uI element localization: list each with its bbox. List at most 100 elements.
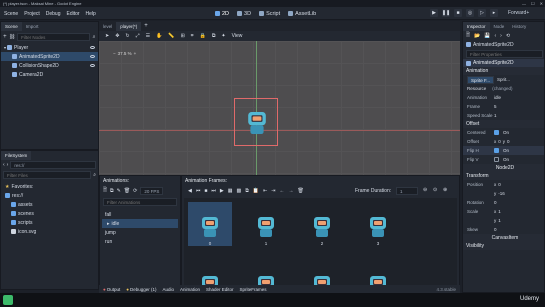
delete-icon[interactable]: 🗑 xyxy=(124,188,130,194)
forward-icon[interactable]: › xyxy=(7,162,9,168)
filter-animations-input[interactable] xyxy=(103,198,177,206)
zoom-out-icon[interactable]: − xyxy=(113,51,116,56)
zoom-indicator[interactable]: − 37.5 % + xyxy=(113,51,136,56)
prop-speed-scale[interactable]: Speed Scale 1 xyxy=(463,111,544,120)
fps-field[interactable]: 20 FPS xyxy=(140,187,164,195)
tab-scene[interactable]: Scene xyxy=(1,22,22,31)
speed-value[interactable]: 1 xyxy=(494,113,497,118)
menu-debug[interactable]: Debug xyxy=(46,11,61,17)
scene-node-camera2d[interactable]: Camera2D xyxy=(1,70,98,79)
scene-node-animatedsprite2d[interactable]: AnimatedSprite2D xyxy=(1,52,98,61)
forward-icon[interactable]: › xyxy=(500,33,502,39)
sheet-icon[interactable]: ▩ xyxy=(237,188,242,194)
save-icon[interactable]: 💾 xyxy=(484,33,490,39)
frame-thumbnail[interactable]: 3 xyxy=(356,202,400,246)
prop-centered[interactable]: Centered On xyxy=(463,128,544,137)
animation-idle[interactable]: ▸ idle xyxy=(102,219,178,228)
grid-icon[interactable]: ⌗ xyxy=(191,33,194,39)
bottom-tab-audio[interactable]: Audio xyxy=(162,287,174,292)
minimize-button[interactable]: — xyxy=(522,0,526,7)
rotation-value[interactable]: 0 xyxy=(494,200,497,205)
tab-inspector[interactable]: Inspector xyxy=(463,22,490,31)
play-backwards-from-end-icon[interactable]: ⏮ xyxy=(196,188,201,194)
maximize-button[interactable]: ☐ xyxy=(531,0,535,7)
new-animation-icon[interactable]: 🗎 xyxy=(103,187,107,195)
fs-item-res[interactable]: res:// xyxy=(1,191,98,200)
link-icon[interactable]: ⛓ xyxy=(9,33,15,41)
workspace-script[interactable]: Script xyxy=(259,11,280,17)
offset-x[interactable]: 0 xyxy=(498,139,501,144)
delete-frame-icon[interactable]: 🗑 xyxy=(297,188,303,194)
animation-value[interactable]: idle xyxy=(494,95,501,100)
prop-sprite-frames[interactable]: Sprite F... Sprit... xyxy=(463,75,544,84)
scene-node-player[interactable]: ▾ Player xyxy=(1,43,98,52)
play-custom-icon[interactable]: ▸ xyxy=(490,9,498,17)
rename-icon[interactable]: ✎ xyxy=(117,188,121,194)
visibility-icon[interactable] xyxy=(90,64,95,67)
stop-icon[interactable]: ■ xyxy=(454,9,462,17)
animation-run[interactable]: run xyxy=(100,237,180,246)
search-icon[interactable]: ⌕ xyxy=(92,33,96,41)
sprite-frames-field2[interactable]: Sprit... xyxy=(497,77,510,82)
section-animation[interactable]: Animation xyxy=(463,67,544,75)
menu-help[interactable]: Help xyxy=(86,11,96,17)
section-offset[interactable]: Offset xyxy=(463,120,544,128)
workspace-assetlib[interactable]: AssetLib xyxy=(288,11,316,17)
play-scene-icon[interactable]: ▷ xyxy=(478,9,486,17)
fs-item-scripts[interactable]: scripts xyxy=(1,218,98,227)
add-frames-icon[interactable]: ▦ xyxy=(228,188,233,194)
zoom-reset-icon[interactable]: ⊙ xyxy=(433,187,437,193)
stop-icon[interactable]: ■ xyxy=(204,188,207,194)
flip-v-checkbox[interactable] xyxy=(494,157,499,162)
rotate-tool-icon[interactable]: ↻ xyxy=(125,33,129,39)
move-right-icon[interactable]: → xyxy=(288,188,293,194)
visibility-icon[interactable] xyxy=(90,46,95,49)
back-icon[interactable]: ‹ xyxy=(495,33,497,39)
move-tool-icon[interactable]: ✥ xyxy=(115,33,119,39)
bottom-tab-debugger[interactable]: ● Debugger (1) xyxy=(126,287,156,292)
centered-checkbox[interactable] xyxy=(494,130,499,135)
zoom-out-icon[interactable]: ⊖ xyxy=(423,187,427,193)
prop-position-y[interactable]: y -16 xyxy=(463,189,544,198)
tab-player[interactable]: player(*) xyxy=(116,21,142,31)
fs-item-assets[interactable]: assets xyxy=(1,200,98,209)
play-icon[interactable]: ▶ xyxy=(220,188,224,194)
new-resource-icon[interactable]: 🗎 xyxy=(466,32,470,40)
offset-y[interactable]: 0 xyxy=(507,139,510,144)
remote-debug-icon[interactable]: ◎ xyxy=(466,9,474,17)
section-visibility[interactable]: Visibility xyxy=(463,242,544,250)
open-icon[interactable]: 📂 xyxy=(474,33,480,39)
frame-thumbnail[interactable]: 1 xyxy=(244,202,288,246)
fs-item-icon-svg[interactable]: icon.svg xyxy=(1,227,98,236)
prop-position[interactable]: Position x 0 xyxy=(463,180,544,189)
tab-import[interactable]: Import xyxy=(22,22,43,31)
snap-icon[interactable]: ⊞ xyxy=(181,33,185,39)
animation-jump[interactable]: jump xyxy=(100,228,180,237)
zoom-in-icon[interactable]: ⊕ xyxy=(443,187,447,193)
play-from-start-icon[interactable]: ⏭ xyxy=(211,188,216,194)
skew-value[interactable]: 0 xyxy=(494,227,497,232)
prop-animation[interactable]: Animation idle xyxy=(463,93,544,102)
list-tool-icon[interactable]: ☰ xyxy=(146,33,150,39)
inspected-node[interactable]: AnimatedSprite2D xyxy=(463,40,544,49)
zoom-in-icon[interactable]: + xyxy=(134,51,137,56)
menu-project[interactable]: Project xyxy=(24,11,40,17)
workspace-2d[interactable]: 2D xyxy=(215,11,229,17)
move-left-icon[interactable]: ← xyxy=(279,188,284,194)
animation-fall[interactable]: fall xyxy=(100,210,180,219)
tab-filesystem[interactable]: FileSystem xyxy=(1,151,32,160)
pause-icon[interactable]: ❚❚ xyxy=(442,9,450,17)
loop-icon[interactable]: ⟳ xyxy=(133,188,137,194)
menu-editor[interactable]: Editor xyxy=(66,11,79,17)
group-icon[interactable]: ⧉ xyxy=(212,33,216,39)
view-menu[interactable]: View xyxy=(232,33,243,39)
history-icon[interactable]: ⟲ xyxy=(506,33,510,39)
workspace-3d[interactable]: 3D xyxy=(237,11,251,17)
scene-node-collisionshape2d[interactable]: CollisionShape2D xyxy=(1,61,98,70)
path-field[interactable]: res:// xyxy=(10,161,96,169)
filter-nodes-input[interactable] xyxy=(17,33,91,41)
frame-thumbnail[interactable]: 2 xyxy=(300,202,344,246)
menu-scene[interactable]: Scene xyxy=(4,11,18,17)
tab-history[interactable]: History xyxy=(508,22,530,31)
prop-resource[interactable]: Resource (changed) xyxy=(463,84,544,93)
